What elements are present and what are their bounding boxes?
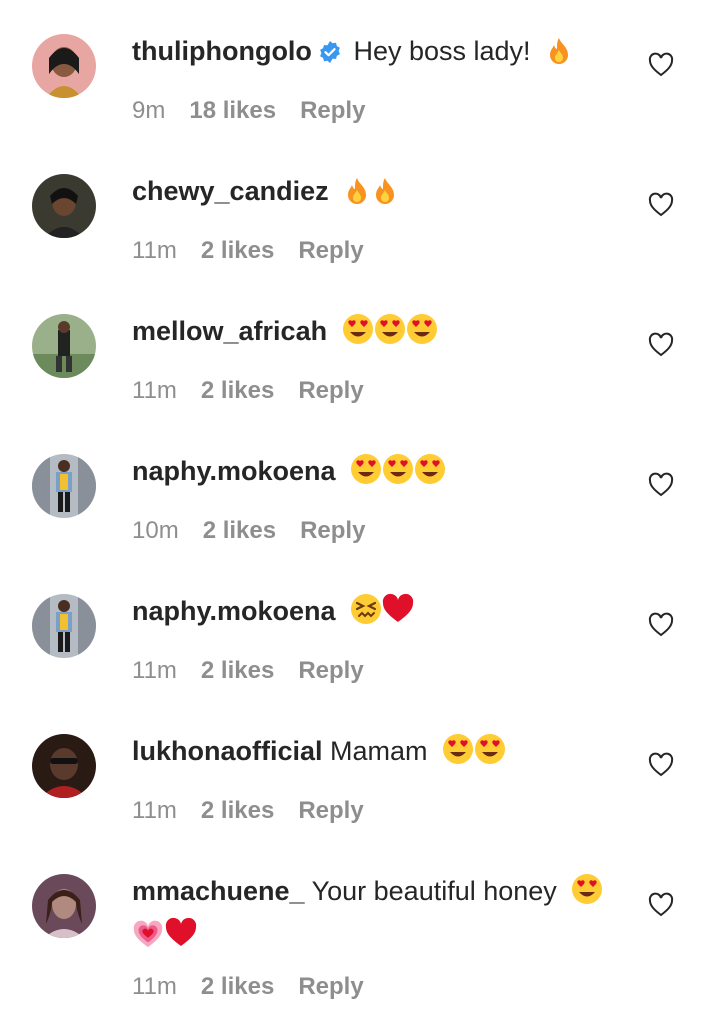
comment-likes[interactable]: 2 likes [201,654,274,688]
heart-eyes-emoji-icon [475,734,506,764]
comment-emojis [341,312,437,356]
heart-eyes-emoji-icon [374,314,405,344]
confounded-emoji-icon [351,594,382,624]
comment-username[interactable]: naphy.mokoena [132,456,336,486]
heart-eyes-emoji-icon [383,454,414,484]
heart-eyes-emoji-icon [572,874,603,904]
comment-username[interactable]: mmachuene_ [132,876,305,906]
reply-button[interactable]: Reply [298,654,363,688]
comment-text: Hey boss lady! [353,36,531,66]
like-heart-icon[interactable] [648,192,674,218]
reply-button[interactable]: Reply [298,970,363,1004]
comment-item: lukhonaofficial Mamam 11m 2 likes Reply [0,700,720,840]
comment-emojis-line-2 [132,916,632,954]
like-heart-icon[interactable] [648,52,674,78]
growing-heart-emoji-icon [133,920,163,948]
avatar[interactable] [32,174,96,238]
red-heart-emoji-icon [165,917,197,946]
reply-button[interactable]: Reply [298,234,363,268]
comment-likes[interactable]: 2 likes [201,794,274,828]
comment-item: naphy.mokoena 10m 2 likes Reply [0,420,720,560]
comment-emojis [349,452,446,496]
like-heart-icon[interactable] [648,472,674,498]
avatar[interactable] [32,594,96,658]
avatar[interactable] [32,34,96,98]
comment-item: thuliphongolo Hey boss lady! 9m 18 likes… [0,0,720,140]
comment-likes[interactable]: 2 likes [201,234,274,268]
avatar[interactable] [32,734,96,798]
comment-text: Your beautiful honey [311,876,557,906]
heart-eyes-emoji-icon [406,314,437,344]
comment-time: 11m [132,657,177,684]
comment-username[interactable]: mellow_africah [132,316,327,346]
comment-emojis [441,732,506,776]
comment-likes[interactable]: 2 likes [201,374,274,408]
comment-likes[interactable]: 2 likes [203,514,276,548]
reply-button[interactable]: Reply [300,94,365,128]
heart-eyes-emoji-icon [443,734,474,764]
avatar[interactable] [32,874,96,938]
like-heart-icon[interactable] [648,752,674,778]
comment-time: 11m [132,237,177,264]
comment-time: 9m [132,97,166,124]
comment-likes[interactable]: 18 likes [189,94,276,128]
comment-time: 11m [132,377,177,404]
like-heart-icon[interactable] [648,892,674,918]
comment-username[interactable]: thuliphongolo [132,36,312,66]
comment-item: mellow_africah 11m 2 likes Reply [0,280,720,420]
comments-list: thuliphongolo Hey boss lady! 9m 18 likes… [0,0,720,1020]
comment-likes[interactable]: 2 likes [201,970,274,1004]
comment-username[interactable]: lukhonaofficial [132,736,323,766]
reply-button[interactable]: Reply [298,794,363,828]
comment-username[interactable]: naphy.mokoena [132,596,336,626]
like-heart-icon[interactable] [648,612,674,638]
comment-item: chewy_candiez 11m 2 likes Reply [0,140,720,280]
comment-item: naphy.mokoena 11m 2 likes Reply [0,560,720,700]
comment-emojis [342,176,398,216]
comment-time: 10m [132,517,179,544]
fire-emoji-icon [550,38,569,64]
comment-item: mmachuene_ Your beautiful honey 11m 2 li… [0,840,720,1020]
red-heart-emoji-icon [382,593,414,622]
avatar[interactable] [32,314,96,378]
comment-emojis [544,36,572,76]
verified-badge-icon [318,36,342,74]
like-heart-icon[interactable] [648,332,674,358]
fire-emoji-icon [348,178,367,204]
heart-eyes-emoji-icon [415,454,446,484]
reply-button[interactable]: Reply [300,514,365,548]
heart-eyes-emoji-icon [342,314,373,344]
avatar[interactable] [32,454,96,518]
comment-username[interactable]: chewy_candiez [132,176,329,206]
comment-emojis [349,592,414,636]
comment-emojis [570,872,603,916]
heart-eyes-emoji-icon [351,454,382,484]
comment-time: 11m [132,797,177,824]
comment-time: 11m [132,973,177,1000]
reply-button[interactable]: Reply [298,374,363,408]
comment-text: Mamam [330,736,428,766]
fire-emoji-icon [376,178,395,204]
